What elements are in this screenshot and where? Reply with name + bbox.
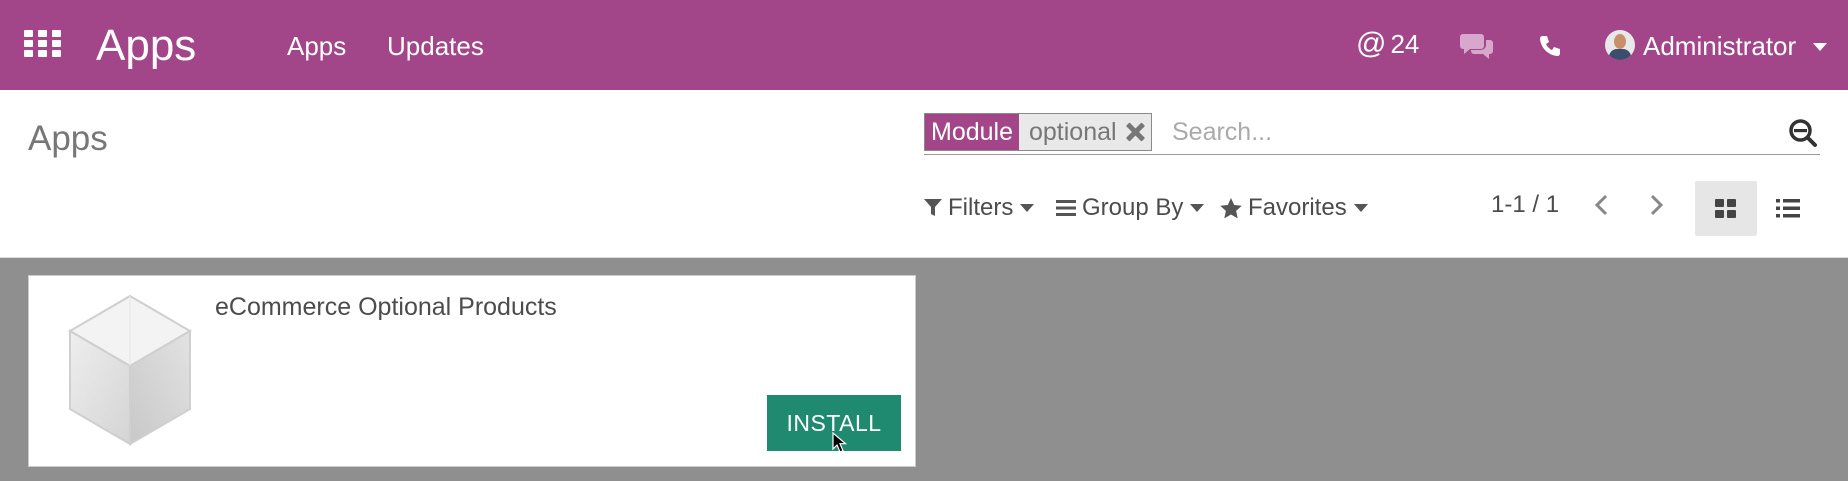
star-icon — [1220, 197, 1242, 218]
search-bar: Module optional — [924, 113, 1820, 155]
filters-dropdown[interactable]: Filters — [924, 193, 1035, 223]
pager-value[interactable]: 1-1 / 1 — [1491, 190, 1559, 220]
top-navbar: Apps Apps Updates @24 Administrator — [0, 0, 1848, 90]
app-switcher-grid-icon[interactable] — [24, 30, 61, 57]
menu-apps[interactable]: Apps — [287, 30, 346, 62]
filters-label: Filters — [948, 194, 1014, 221]
chevron-right-icon[interactable] — [1642, 188, 1670, 222]
control-panel: Apps Module optional Filters Group By — [0, 90, 1848, 258]
facet-value-wrap: optional — [1019, 114, 1151, 150]
module-name: eCommerce Optional Products — [215, 293, 557, 321]
search-icon[interactable] — [1788, 118, 1818, 148]
group-by-label: Group By — [1082, 194, 1184, 221]
kanban-grid-icon — [1715, 199, 1736, 218]
bars-icon — [1056, 200, 1076, 216]
app-title: Apps — [96, 21, 197, 70]
search-input[interactable] — [1172, 113, 1772, 151]
favorites-dropdown[interactable]: Favorites — [1220, 193, 1368, 223]
list-view-button[interactable] — [1757, 181, 1819, 236]
list-icon — [1776, 199, 1800, 218]
module-card[interactable]: eCommerce Optional Products INSTALL — [28, 275, 916, 467]
filter-icon — [924, 199, 942, 216]
user-name: Administrator — [1643, 31, 1797, 61]
avatar — [1605, 30, 1635, 60]
menu-updates[interactable]: Updates — [387, 30, 484, 62]
chevron-left-icon[interactable] — [1588, 188, 1616, 222]
search-facet: Module optional — [924, 113, 1152, 151]
kanban-view-button[interactable] — [1695, 181, 1757, 236]
facet-label: Module — [925, 114, 1019, 150]
favorites-label: Favorites — [1248, 194, 1347, 221]
breadcrumb: Apps — [28, 119, 108, 158]
phone-icon[interactable] — [1537, 33, 1563, 59]
caret-down-icon — [1353, 204, 1368, 212]
caret-down-icon — [1813, 43, 1827, 51]
mentions-count: 24 — [1390, 29, 1420, 59]
chat-bubbles-icon[interactable] — [1460, 32, 1494, 60]
facet-value: optional — [1029, 118, 1117, 146]
remove-facet-icon[interactable] — [1125, 122, 1145, 142]
mentions-button[interactable]: @24 — [1356, 26, 1419, 62]
group-by-dropdown[interactable]: Group By — [1056, 193, 1205, 223]
caret-down-icon — [1190, 204, 1205, 212]
module-cube-icon — [68, 294, 192, 446]
at-icon: @ — [1356, 27, 1387, 60]
caret-down-icon — [1020, 204, 1035, 212]
mouse-cursor-icon — [832, 432, 848, 453]
